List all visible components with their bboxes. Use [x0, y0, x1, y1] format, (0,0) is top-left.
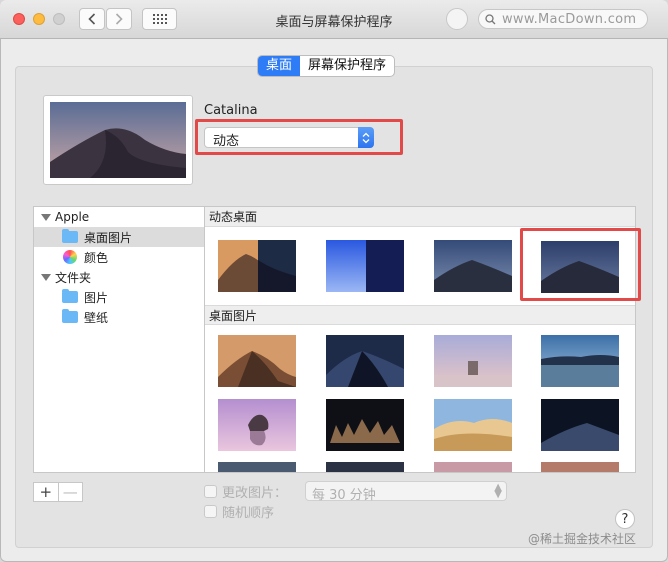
wallpaper-thumbnail[interactable] — [218, 240, 296, 292]
wallpaper-thumbnail[interactable] — [434, 399, 512, 451]
sidebar-item-pictures[interactable]: 图片 — [34, 287, 204, 307]
tab-screensaver[interactable]: 屏幕保护程序 — [300, 56, 394, 76]
folder-icon — [62, 309, 78, 323]
remove-folder-button[interactable]: — — [57, 483, 83, 501]
sidebar-group-apple[interactable]: Apple — [34, 207, 204, 227]
sidebar-item-wallpapers[interactable]: 壁纸 — [34, 307, 204, 327]
sidebar-item-label: 图片 — [84, 290, 109, 305]
folder-icon — [62, 229, 78, 243]
sidebar-group-label: Apple — [55, 210, 90, 224]
change-picture-checkbox[interactable] — [204, 485, 217, 498]
tab-desktop[interactable]: 桌面 — [258, 56, 301, 76]
wallpaper-thumbnail[interactable] — [326, 462, 404, 473]
source-list: Apple 桌面图片 颜色 文件夹 图片 壁纸 — [33, 206, 205, 473]
sidebar-item-label: 颜色 — [84, 250, 109, 265]
change-picture-label: 更改图片： — [222, 486, 288, 501]
change-interval-select[interactable]: 每 30 分钟 ▲ ▼ — [305, 481, 507, 503]
disclosure-triangle-icon — [41, 273, 51, 281]
watermark: www.MacDown.com — [446, 8, 658, 30]
add-remove-control: + — — [33, 482, 83, 502]
sidebar-item-desktop-pictures[interactable]: 桌面图片 — [34, 227, 204, 247]
search-field[interactable]: www.MacDown.com — [478, 9, 648, 29]
wallpaper-thumbnail[interactable] — [434, 240, 512, 292]
wallpaper-thumbnail[interactable] — [326, 399, 404, 451]
sidebar-item-label: 壁纸 — [84, 310, 109, 325]
add-folder-button[interactable]: + — [34, 483, 58, 501]
wallpaper-thumbnail[interactable] — [218, 399, 296, 451]
help-button[interactable]: ? — [615, 509, 635, 529]
wallpaper-thumbnail[interactable] — [218, 335, 296, 387]
sidebar-item-label: 桌面图片 — [84, 230, 133, 245]
wallpaper-thumbnail[interactable] — [326, 335, 404, 387]
current-wallpaper-preview — [43, 95, 193, 185]
color-wheel-icon — [63, 250, 77, 264]
wallpaper-thumbnail[interactable] — [541, 335, 619, 387]
watermark-logo-icon — [446, 8, 468, 30]
section-header-dynamic: 动态桌面 — [205, 207, 635, 227]
wallpaper-thumbnail[interactable] — [434, 335, 512, 387]
updown-arrow-icon: ▲ ▼ — [494, 482, 502, 500]
wallpaper-thumbnail[interactable] — [326, 240, 404, 292]
folder-icon — [62, 289, 78, 303]
search-icon — [485, 13, 496, 24]
annotation-highlight-thumbnail — [520, 228, 641, 301]
wallpaper-thumbnail[interactable] — [218, 462, 296, 473]
wallpaper-thumbnail[interactable] — [541, 399, 619, 451]
wallpaper-thumbnail[interactable] — [434, 462, 512, 473]
preferences-window: 桌面与屏幕保护程序 www.MacDown.com 桌面 屏幕保护程序 Cata… — [0, 0, 668, 562]
wallpaper-preview-image — [50, 102, 186, 178]
disclosure-triangle-icon — [41, 213, 51, 221]
section-header-pictures: 桌面图片 — [205, 305, 635, 325]
random-order-checkbox[interactable] — [204, 505, 217, 518]
sidebar-item-colors[interactable]: 颜色 — [34, 247, 204, 267]
annotation-highlight-select — [195, 119, 403, 155]
sidebar-group-folders[interactable]: 文件夹 — [34, 267, 204, 287]
random-order-label: 随机顺序 — [222, 506, 275, 521]
title-bar: 桌面与屏幕保护程序 www.MacDown.com — [0, 0, 668, 39]
wallpaper-thumbnail[interactable] — [541, 462, 619, 473]
footer-watermark: @稀土掘金技术社区 — [528, 532, 637, 546]
watermark-text: www.MacDown.com — [502, 11, 637, 27]
sidebar-group-label: 文件夹 — [55, 270, 92, 285]
wallpaper-name: Catalina — [204, 103, 258, 118]
change-interval-value: 每 30 分钟 — [312, 488, 376, 503]
tab-bar: 桌面 屏幕保护程序 — [257, 55, 396, 77]
